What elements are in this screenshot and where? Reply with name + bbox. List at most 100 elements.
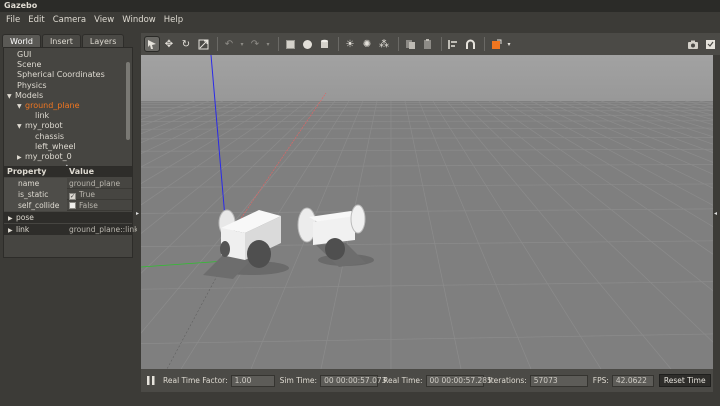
tree-item-label: GUI <box>17 50 32 59</box>
expand-down-icon[interactable]: ▼ <box>17 122 25 132</box>
tree-item-label: chassis <box>35 131 65 141</box>
tree-item-scene[interactable]: Scene <box>7 60 41 70</box>
tab-insert[interactable]: Insert <box>41 34 81 47</box>
tree-item-label: left_wheel <box>35 141 76 151</box>
real-time-factor-label: Real Time Factor: <box>163 376 228 385</box>
sphere-shape-icon[interactable] <box>300 37 314 51</box>
snap-magnet-icon[interactable] <box>463 37 477 51</box>
tree-item-chassis[interactable]: chassis <box>27 132 64 142</box>
select-mode-icon[interactable] <box>144 36 160 52</box>
property-row-self-collide[interactable]: self_collide False <box>4 200 132 211</box>
menu-window[interactable]: Window <box>122 15 156 25</box>
value-column-header: Value <box>69 167 95 176</box>
sim-time-label: Sim Time: <box>279 376 318 385</box>
redo-dropdown-icon[interactable]: ▾ <box>265 37 271 51</box>
robot-wheel-right <box>247 240 271 268</box>
property-group-link[interactable]: ▶ link ground_plane::link <box>4 224 138 235</box>
property-value: True <box>79 190 95 199</box>
tree-item-physics[interactable]: Physics <box>7 81 47 91</box>
fps-label: FPS: <box>592 376 609 385</box>
directional-light-icon[interactable]: ⁂ <box>377 37 391 51</box>
property-panel: Property Value name ground_plane is_stat… <box>3 166 138 258</box>
tree-item-label: Scene <box>17 60 42 70</box>
tree-item-ground-plane[interactable]: ▼ ground_plane <box>17 101 80 111</box>
tree-item-my-robot[interactable]: ▼ my_robot <box>17 121 63 131</box>
tab-world[interactable]: World <box>2 34 41 47</box>
group-label: link <box>16 225 30 234</box>
group-label: pose <box>16 213 34 222</box>
menu-view[interactable]: View <box>94 15 114 25</box>
log-record-icon[interactable] <box>703 37 717 51</box>
paste-icon[interactable] <box>420 37 434 51</box>
tree-item-label: my_robot_0 <box>25 152 72 161</box>
collapse-left-icon[interactable]: ▸ <box>136 210 139 217</box>
menu-file[interactable]: File <box>6 15 20 25</box>
sim-time-value: 00 00:00:57.073 <box>320 374 386 387</box>
scale-mode-icon[interactable] <box>196 37 210 51</box>
toolbar-separator <box>278 37 279 51</box>
collapse-right-icon[interactable]: ◂ <box>714 210 717 217</box>
window-title: Gazebo <box>0 0 720 12</box>
tree-item-left-wheel[interactable]: left_wheel <box>27 142 76 152</box>
copy-icon[interactable] <box>403 37 417 51</box>
spot-light-icon[interactable]: ✺ <box>360 37 374 51</box>
tree-item-link[interactable]: link <box>27 111 49 121</box>
toolbar-separator <box>484 37 485 51</box>
property-header: Property Value <box>4 167 132 177</box>
tree-item-label: Models <box>15 90 44 100</box>
tree-item-models[interactable]: ▼ Models <box>7 91 43 101</box>
tree-item-spherical-coordinates[interactable]: Spherical Coordinates <box>7 70 105 80</box>
toolbar-separator <box>338 37 339 51</box>
view-dropdown-icon[interactable]: ▾ <box>506 37 512 51</box>
checkbox-unchecked-icon[interactable] <box>69 202 76 209</box>
undo-dropdown-icon[interactable]: ▾ <box>239 37 245 51</box>
expand-down-icon[interactable]: ▼ <box>17 102 25 112</box>
toolbar-separator <box>398 37 399 51</box>
menu-bar: File Edit Camera View Window Help <box>0 12 720 28</box>
point-light-icon[interactable]: ☀ <box>343 37 357 51</box>
expand-right-icon[interactable]: ▶ <box>17 153 25 163</box>
redo-icon[interactable]: ↷ <box>248 37 262 51</box>
property-group-pose[interactable]: ▶ pose <box>4 212 132 223</box>
tree-item-my-robot-0[interactable]: ▶ my_robot_0 <box>17 152 72 162</box>
property-key: is_static <box>4 189 67 200</box>
rotate-mode-icon[interactable]: ↻ <box>179 37 193 51</box>
sky <box>141 55 713 101</box>
tree-scrollbar[interactable] <box>126 62 130 140</box>
robot-wheel-right <box>350 204 366 234</box>
left-panel: World Insert Layers GUI Scene Spherical Co… <box>0 28 138 406</box>
property-value: False <box>79 201 98 210</box>
property-row-is-static[interactable]: is_static ✓ True <box>4 189 132 200</box>
toolbar-separator <box>441 37 442 51</box>
tree-item-gui[interactable]: GUI <box>7 50 31 60</box>
box-shape-icon[interactable] <box>283 37 297 51</box>
expand-arrow-icon: ▶ <box>8 215 13 222</box>
change-view-icon[interactable] <box>489 37 503 51</box>
iterations-label: Iterations: <box>488 376 527 385</box>
menu-edit[interactable]: Edit <box>28 15 44 25</box>
iterations-value: 57073 <box>529 374 588 387</box>
checkbox-checked-icon[interactable]: ✓ <box>69 193 76 200</box>
robot-caster <box>325 238 345 260</box>
undo-icon[interactable]: ↶ <box>222 37 236 51</box>
expand-down-icon[interactable]: ▼ <box>7 92 15 102</box>
real-time-label: Real Time: <box>383 376 423 385</box>
pause-icon[interactable] <box>145 375 157 387</box>
panel-tabs: World Insert Layers <box>2 34 125 47</box>
cylinder-shape-icon[interactable] <box>317 37 331 51</box>
toolbar-separator <box>217 37 218 51</box>
screenshot-camera-icon[interactable] <box>686 37 700 51</box>
tree-item-label: ground_plane <box>25 101 80 110</box>
tab-layers[interactable]: Layers <box>81 34 125 47</box>
property-value: ground_plane <box>69 179 121 188</box>
property-row-name[interactable]: name ground_plane <box>4 178 132 189</box>
toolbar: ✥ ↻ ↶ ▾ ↷ ▾ ☀ ✺ ⁂ ▾ <box>141 33 720 55</box>
reset-time-button[interactable]: Reset Time <box>658 374 711 387</box>
menu-help[interactable]: Help <box>164 15 183 25</box>
world-tree[interactable]: GUI Scene Spherical Coordinates Physics ▼ Mod… <box>3 47 133 169</box>
menu-camera[interactable]: Camera <box>53 15 86 25</box>
3d-viewport[interactable] <box>141 55 713 369</box>
align-icon[interactable] <box>446 37 460 51</box>
scene-render <box>141 55 713 369</box>
translate-mode-icon[interactable]: ✥ <box>162 37 176 51</box>
